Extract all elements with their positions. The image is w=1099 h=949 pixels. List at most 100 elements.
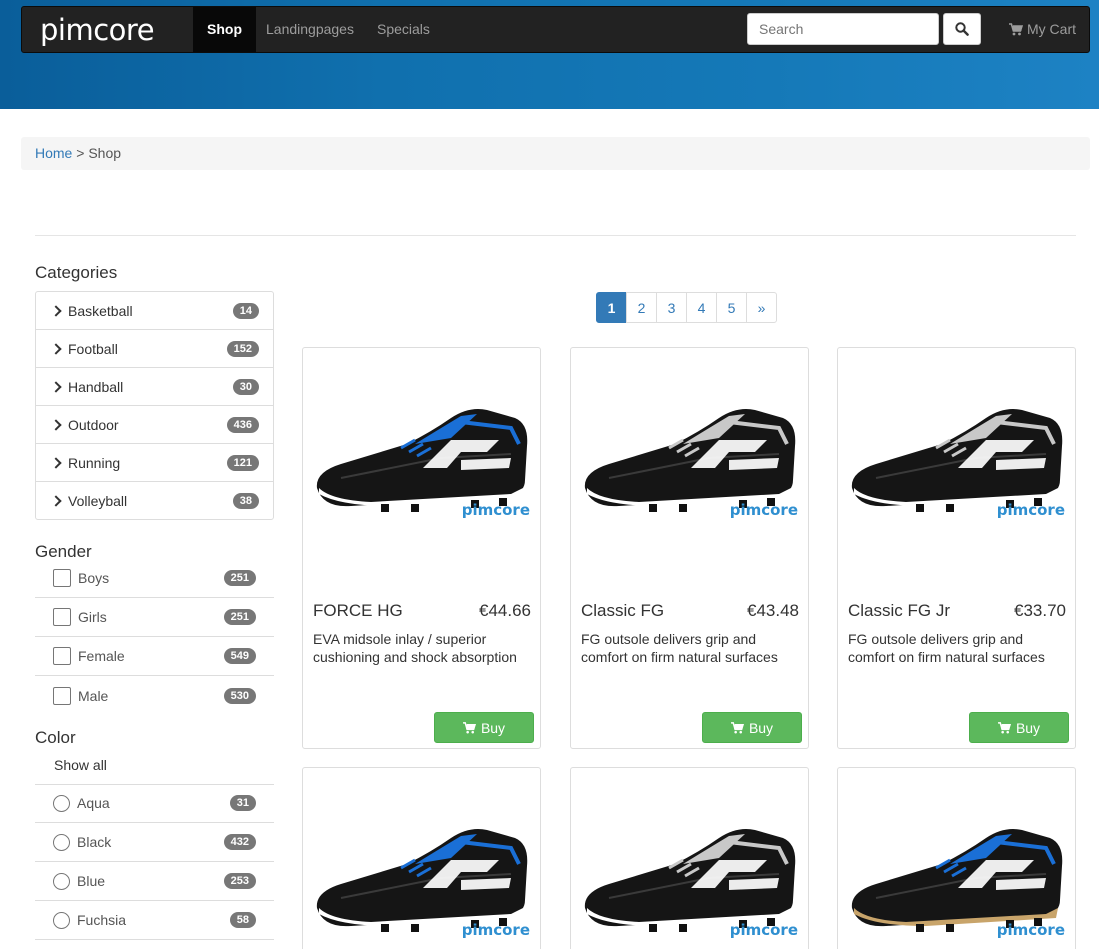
- color-label: Fuchsia: [77, 912, 127, 928]
- page-link-5[interactable]: 5: [716, 292, 747, 323]
- pagination: 1 2 3 4 5 »: [596, 292, 777, 323]
- buy-label: Buy: [480, 719, 506, 736]
- breadcrumb: Home > Shop: [21, 137, 1090, 170]
- category-label: Handball: [68, 378, 124, 395]
- count-badge: 251: [223, 570, 256, 586]
- product-card[interactable]: pimcore Classic FG Jr €33.70 FG outsole …: [837, 347, 1076, 749]
- category-label: Outdoor: [68, 416, 119, 433]
- buy-button[interactable]: Buy: [434, 712, 534, 743]
- watermark-logo: pimcore: [729, 501, 798, 519]
- category-label: Running: [68, 454, 121, 471]
- product-card[interactable]: pimcore Classic FG €43.48 FG outsole del…: [570, 347, 809, 749]
- breadcrumb-home[interactable]: Home: [35, 145, 72, 161]
- checkbox[interactable]: [53, 647, 71, 665]
- pimcore-logo[interactable]: pimcore: [40, 13, 155, 47]
- nav-landingpages[interactable]: Landingpages: [252, 7, 368, 52]
- breadcrumb-current: Shop: [88, 145, 122, 161]
- cart-link[interactable]: My Cart: [1009, 7, 1076, 52]
- cart-icon: [997, 721, 1011, 733]
- count-badge: 31: [229, 795, 256, 811]
- color-option-blue[interactable]: Blue 253: [35, 862, 274, 901]
- watermark-logo: pimcore: [461, 921, 530, 939]
- color-option-black[interactable]: Black 432: [35, 823, 274, 862]
- count-badge: 152: [226, 340, 259, 357]
- breadcrumb-separator: >: [76, 145, 85, 161]
- radio-button[interactable]: [53, 872, 70, 890]
- buy-button[interactable]: Buy: [702, 712, 802, 743]
- product-price: €43.48: [747, 601, 799, 620]
- category-item-basketball[interactable]: Basketball 14: [36, 292, 273, 329]
- cart-label: My Cart: [1027, 21, 1076, 37]
- chevron-right-icon: [50, 342, 62, 355]
- color-heading: Color: [35, 728, 76, 747]
- product-card[interactable]: pimcore: [302, 767, 541, 949]
- buy-button[interactable]: Buy: [969, 712, 1069, 743]
- count-badge: 14: [232, 302, 259, 319]
- product-card[interactable]: pimcore: [570, 767, 809, 949]
- page-link-1[interactable]: 1: [596, 292, 627, 323]
- product-name[interactable]: Classic FG: [581, 601, 664, 621]
- product-price: €33.70: [1014, 601, 1066, 620]
- count-badge: 38: [232, 492, 259, 509]
- count-badge: 530: [223, 687, 256, 704]
- radio-button[interactable]: [53, 794, 70, 812]
- gender-label: Girls: [78, 609, 107, 625]
- category-label: Basketball: [68, 302, 133, 319]
- count-badge: 30: [232, 378, 259, 395]
- radio-button[interactable]: [53, 833, 70, 851]
- product-card[interactable]: pimcore: [837, 767, 1076, 949]
- color-label: Black: [77, 834, 112, 850]
- chevron-right-icon: [50, 418, 62, 431]
- product-description: FG outsole delivers grip and comfort on …: [581, 631, 778, 665]
- product-price: €44.66: [479, 601, 531, 620]
- watermark-logo: pimcore: [461, 501, 530, 519]
- category-item-volleyball[interactable]: Volleyball 38: [36, 481, 273, 519]
- color-label: Aqua: [77, 795, 110, 811]
- gender-option-boys[interactable]: Boys 251: [35, 559, 274, 598]
- color-label: Blue: [77, 873, 106, 889]
- radio-button[interactable]: [53, 911, 70, 929]
- checkbox[interactable]: [53, 686, 71, 705]
- watermark-logo: pimcore: [996, 501, 1065, 519]
- watermark-logo: pimcore: [996, 921, 1065, 939]
- checkbox[interactable]: [53, 608, 71, 626]
- gender-label: Male: [78, 687, 109, 704]
- top-navbar: pimcore Shop Landingpages Specials My Ca…: [21, 6, 1090, 53]
- category-item-handball[interactable]: Handball 30: [36, 367, 273, 405]
- cart-icon: [730, 721, 744, 733]
- categories-heading: Categories: [35, 263, 118, 282]
- page-link-4[interactable]: 4: [686, 292, 717, 323]
- search-input[interactable]: [747, 13, 939, 45]
- nav-specials[interactable]: Specials: [363, 7, 444, 52]
- gender-option-girls[interactable]: Girls 251: [35, 598, 274, 637]
- product-name[interactable]: Classic FG Jr: [848, 601, 950, 621]
- category-label: Volleyball: [68, 492, 128, 509]
- count-badge: 549: [223, 648, 256, 664]
- category-item-football[interactable]: Football 152: [36, 329, 273, 367]
- gender-option-female[interactable]: Female 549: [35, 637, 274, 676]
- color-option-aqua[interactable]: Aqua 31: [35, 784, 274, 823]
- category-item-running[interactable]: Running 121: [36, 443, 273, 481]
- page-next-link[interactable]: »: [746, 292, 777, 323]
- gender-filter-list: Boys 251 Girls 251 Female 549 Male 530: [35, 559, 274, 715]
- color-filter-list: Aqua 31 Black 432 Blue 253 Fuchsia 58: [35, 784, 274, 940]
- product-card[interactable]: pimcore FORCE HG €44.66 EVA midsole inla…: [302, 347, 541, 749]
- page-link-2[interactable]: 2: [626, 292, 657, 323]
- category-list: Basketball 14 Football 152 Handball 30 Outd…: [35, 291, 274, 520]
- nav-shop[interactable]: Shop: [193, 7, 256, 52]
- gender-option-male[interactable]: Male 530: [35, 676, 274, 715]
- count-badge: 251: [223, 609, 256, 625]
- color-show-all-link[interactable]: Show all: [54, 757, 107, 773]
- category-label: Football: [68, 340, 118, 357]
- color-option-fuchsia[interactable]: Fuchsia 58: [35, 901, 274, 940]
- chevron-right-icon: [50, 456, 62, 469]
- search-button[interactable]: [943, 13, 981, 45]
- checkbox[interactable]: [53, 569, 71, 587]
- category-item-outdoor[interactable]: Outdoor 436: [36, 405, 273, 443]
- chevron-right-icon: [50, 304, 62, 317]
- chevron-right-icon: [50, 494, 62, 507]
- product-name[interactable]: FORCE HG: [313, 601, 403, 621]
- count-badge: 253: [223, 873, 256, 889]
- page-link-3[interactable]: 3: [656, 292, 687, 323]
- count-badge: 436: [226, 416, 259, 433]
